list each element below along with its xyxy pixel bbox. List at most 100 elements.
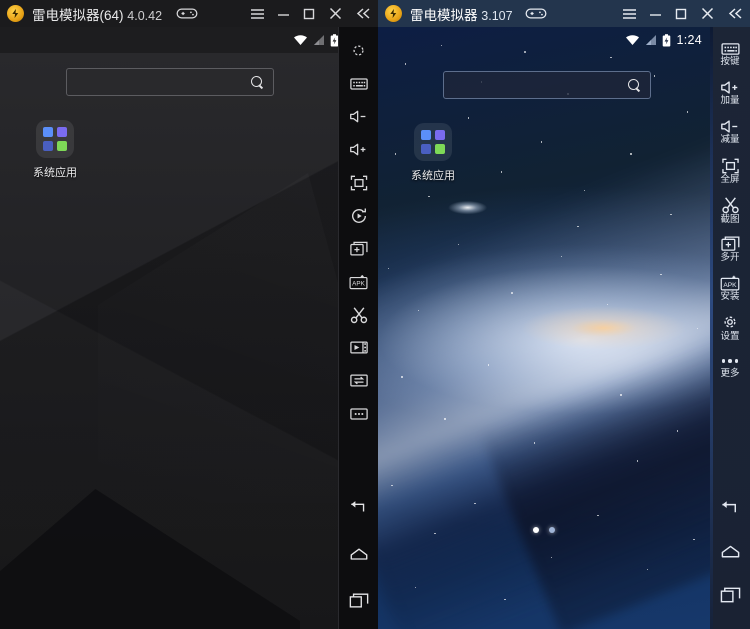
gamepad-icon[interactable]	[523, 0, 549, 27]
toolbar-volume-down-label: 减量	[720, 135, 739, 145]
right-window-toolbar: 按键 加量 减量	[710, 27, 750, 629]
nav-back[interactable]	[710, 485, 750, 529]
left-window-title: 雷电模拟器(64) 4.0.42	[32, 4, 162, 24]
toolbar-install-apk[interactable]: APK 安装	[710, 269, 750, 308]
toolbar-more-label: 更多	[720, 369, 739, 379]
video-record-icon[interactable]	[339, 331, 379, 364]
add-window-icon	[721, 236, 740, 252]
toolbar-multi-instance[interactable]: 多开	[710, 230, 750, 269]
keyboard-icon	[721, 42, 740, 56]
toolbar-keyboard[interactable]: 按键	[710, 35, 750, 74]
right-clock: 1:24	[676, 33, 702, 47]
nav-home[interactable]	[710, 529, 750, 573]
toolbar-settings-label: 设置	[720, 332, 739, 342]
toolbar-more[interactable]: 更多	[710, 347, 750, 386]
back-arrow-icon[interactable]	[339, 490, 379, 523]
home-icon	[720, 543, 741, 560]
toolbar-volume-down[interactable]: 减量	[710, 113, 750, 152]
toolbar-screenshot[interactable]: 截图	[710, 191, 750, 230]
scissors-icon	[721, 196, 740, 214]
hamburger-menu-icon[interactable]	[244, 0, 270, 27]
page-dot[interactable]	[549, 527, 555, 533]
volume-down-icon	[720, 119, 740, 134]
right-version-label: 3.107	[481, 9, 512, 23]
right-search-input[interactable]	[443, 71, 651, 99]
toolbar-keyboard-label: 按键	[720, 57, 739, 67]
back-arrow-icon	[720, 499, 741, 516]
volume-down-icon[interactable]	[339, 100, 379, 133]
left-title-label: 雷电模拟器(64)	[32, 8, 124, 23]
gear-icon[interactable]	[339, 34, 379, 67]
scissors-icon[interactable]	[339, 298, 379, 331]
recents-icon	[720, 586, 741, 604]
fullscreen-icon	[721, 158, 740, 174]
search-icon	[251, 76, 264, 89]
left-wallpaper-shape-upper	[98, 173, 338, 503]
apk-install-icon: APK	[720, 275, 740, 291]
ldplayer-logo-icon	[7, 5, 24, 22]
toolbar-settings[interactable]: 设置	[710, 308, 750, 347]
hamburger-menu-icon[interactable]	[616, 0, 642, 27]
volume-up-icon	[720, 80, 740, 95]
keyboard-icon[interactable]	[339, 67, 379, 100]
toolbar-volume-up[interactable]: 加量	[710, 74, 750, 113]
apk-install-icon[interactable]: APK	[339, 265, 379, 298]
right-title-label: 雷电模拟器	[410, 8, 478, 23]
home-icon[interactable]	[339, 537, 379, 570]
left-window-toolbar: APK	[338, 27, 378, 629]
rotate-play-icon[interactable]	[339, 199, 379, 232]
right-android-desktop	[378, 27, 710, 629]
gear-icon	[721, 313, 739, 331]
signal-icon	[645, 34, 657, 46]
right-app-label: 系统应用	[398, 167, 468, 183]
toolbar-screenshot-label: 截图	[720, 215, 739, 225]
toolbar-multi-instance-label: 多开	[720, 253, 739, 263]
toolbar-volume-up-label: 加量	[720, 96, 739, 106]
double-chevron-left-icon[interactable]	[720, 0, 750, 27]
close-icon[interactable]	[694, 0, 720, 27]
right-window-title: 雷电模拟器 3.107	[410, 4, 513, 24]
battery-charging-icon	[662, 34, 671, 47]
maximize-icon[interactable]	[296, 0, 322, 27]
left-search-input[interactable]	[66, 68, 274, 96]
nav-recents[interactable]	[710, 573, 750, 617]
maximize-icon[interactable]	[668, 0, 694, 27]
left-title-bar: 雷电模拟器(64) 4.0.42	[0, 0, 378, 27]
folder-icon	[414, 123, 452, 161]
fullscreen-icon[interactable]	[339, 166, 379, 199]
right-title-bar: 雷电模拟器 3.107	[378, 0, 750, 27]
recents-icon[interactable]	[339, 584, 379, 617]
ellipsis-icon	[722, 354, 739, 368]
transfer-icon[interactable]	[339, 364, 379, 397]
minimize-icon[interactable]	[642, 0, 668, 27]
left-app-label: 系统应用	[20, 164, 90, 180]
close-icon[interactable]	[322, 0, 348, 27]
double-chevron-left-icon[interactable]	[348, 0, 378, 27]
left-emulator-window: 雷电模拟器(64) 4.0.42	[0, 0, 378, 629]
minimize-icon[interactable]	[270, 0, 296, 27]
page-dot-active[interactable]	[533, 527, 539, 533]
volume-up-icon[interactable]	[339, 133, 379, 166]
left-version-label: 4.0.42	[127, 9, 162, 23]
folder-icon	[36, 120, 74, 158]
gamepad-icon[interactable]	[174, 0, 200, 27]
ldplayer-logo-icon	[385, 5, 402, 22]
svg-text:APK: APK	[352, 280, 365, 287]
right-android-status-bar: 1:24	[378, 27, 710, 53]
right-app-system-apps[interactable]: 系统应用	[398, 123, 468, 183]
toolbar-fullscreen[interactable]: 全屏	[710, 152, 750, 191]
right-emulator-window: 雷电模拟器 3.107	[378, 0, 750, 629]
ellipsis-box-icon[interactable]	[339, 397, 379, 430]
svg-text:APK: APK	[723, 282, 737, 289]
signal-icon	[313, 34, 325, 46]
emulator-comparison-screen: 雷电模拟器(64) 4.0.42	[0, 0, 750, 629]
toolbar-install-apk-label: 安装	[720, 292, 739, 302]
wifi-icon	[625, 34, 640, 46]
toolbar-fullscreen-label: 全屏	[720, 175, 739, 185]
left-app-system-apps[interactable]: 系统应用	[20, 120, 90, 180]
add-window-icon[interactable]	[339, 232, 379, 265]
left-wallpaper-shape-lower	[0, 489, 300, 629]
search-icon	[628, 79, 641, 92]
wifi-icon	[293, 34, 308, 46]
home-page-indicator	[378, 527, 710, 533]
